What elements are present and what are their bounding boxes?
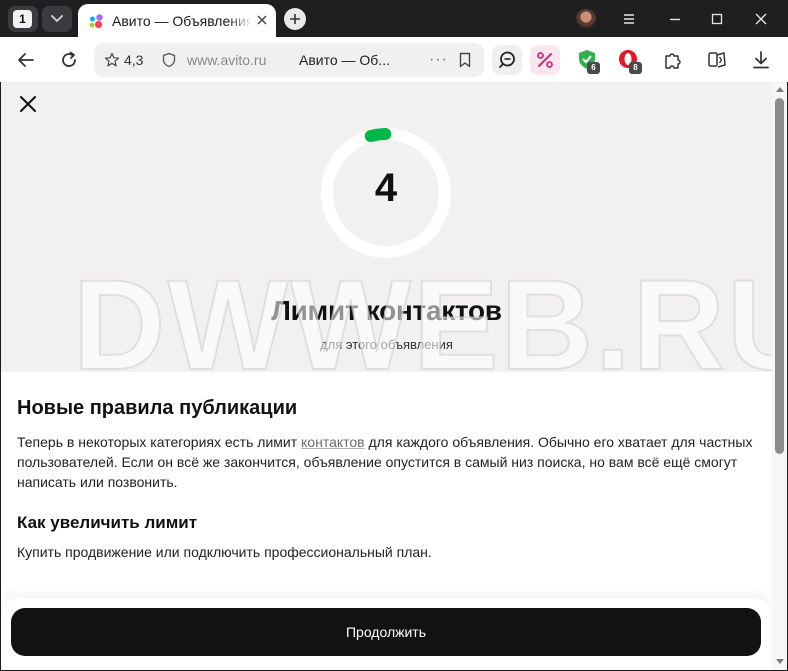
minimize-icon[interactable] [666, 10, 684, 28]
extension-opera[interactable]: 8 [614, 45, 644, 75]
scroll-down-arrow[interactable] [776, 659, 784, 664]
active-tab[interactable]: Авито — Объявления на сайте Авито [78, 4, 276, 37]
puzzle-icon[interactable] [662, 49, 684, 71]
collections-icon[interactable] [706, 49, 728, 71]
rules-heading: Новые правила публикации [17, 397, 298, 419]
contacts-link[interactable]: контактов [301, 434, 365, 450]
tab-list-button[interactable] [42, 6, 72, 32]
plus-icon [290, 14, 300, 24]
extension-badge: 6 [587, 62, 600, 74]
extension-badge: 8 [629, 62, 642, 74]
new-tab-button[interactable] [284, 8, 306, 30]
page-title: Авито — Об... [299, 52, 390, 68]
search-chat-icon [499, 51, 515, 68]
tab-count: 1 [13, 10, 32, 28]
bookmark-icon[interactable] [458, 52, 472, 68]
increase-limit-heading: Как увеличить лимит [17, 513, 198, 532]
rules-paragraph: Теперь в некоторых категориях есть лимит… [17, 434, 753, 490]
site-rating: 4,3 [124, 52, 144, 68]
download-icon[interactable] [750, 49, 772, 71]
reload-icon[interactable] [58, 49, 80, 71]
more-options[interactable]: ··· [429, 51, 448, 69]
menu-icon[interactable] [620, 10, 638, 28]
hero-section: 4 Лимит контактов для этого объявления [1, 82, 772, 372]
close-icon[interactable] [256, 14, 268, 26]
shield-icon[interactable] [162, 52, 176, 68]
limit-subtitle: для этого объявления [320, 337, 453, 352]
continue-button[interactable]: Продолжить [11, 608, 761, 656]
browser-tab-strip: 1 Авито — Объявления на сайте Авито [0, 0, 788, 37]
avatar[interactable] [576, 9, 596, 29]
maximize-icon[interactable] [708, 10, 726, 28]
browser-toolbar: 4,3 www.avito.ru Авито — Об... ··· 6 8 [0, 37, 788, 82]
window-close-icon[interactable] [752, 10, 770, 28]
tab-counter-button[interactable]: 1 [8, 6, 38, 32]
modal-footer: Продолжить [1, 598, 772, 670]
search-chat-button[interactable] [492, 45, 522, 75]
avito-logo-icon [89, 14, 103, 29]
extension-adguard[interactable]: 6 [572, 45, 602, 75]
back-icon[interactable] [15, 49, 37, 71]
increase-limit-paragraph: Купить продвижение или подключить профес… [17, 544, 432, 560]
tab-list-icon [51, 15, 63, 23]
address-bar[interactable]: 4,3 www.avito.ru Авито — Об... ··· [94, 43, 484, 77]
modal-page: 4 Лимит контактов для этого объявления Н… [1, 82, 772, 670]
discount-icon [537, 52, 553, 68]
scrollbar[interactable] [772, 82, 787, 670]
star-icon[interactable] [104, 52, 120, 68]
limit-title: Лимит контактов [271, 295, 502, 326]
url-text: www.avito.ru [187, 52, 267, 68]
scrollbar-thumb[interactable] [775, 98, 784, 454]
contact-counter: 4 [374, 166, 398, 210]
close-icon[interactable] [18, 94, 38, 114]
discount-button[interactable] [530, 45, 560, 75]
scroll-up-arrow[interactable] [776, 87, 784, 92]
